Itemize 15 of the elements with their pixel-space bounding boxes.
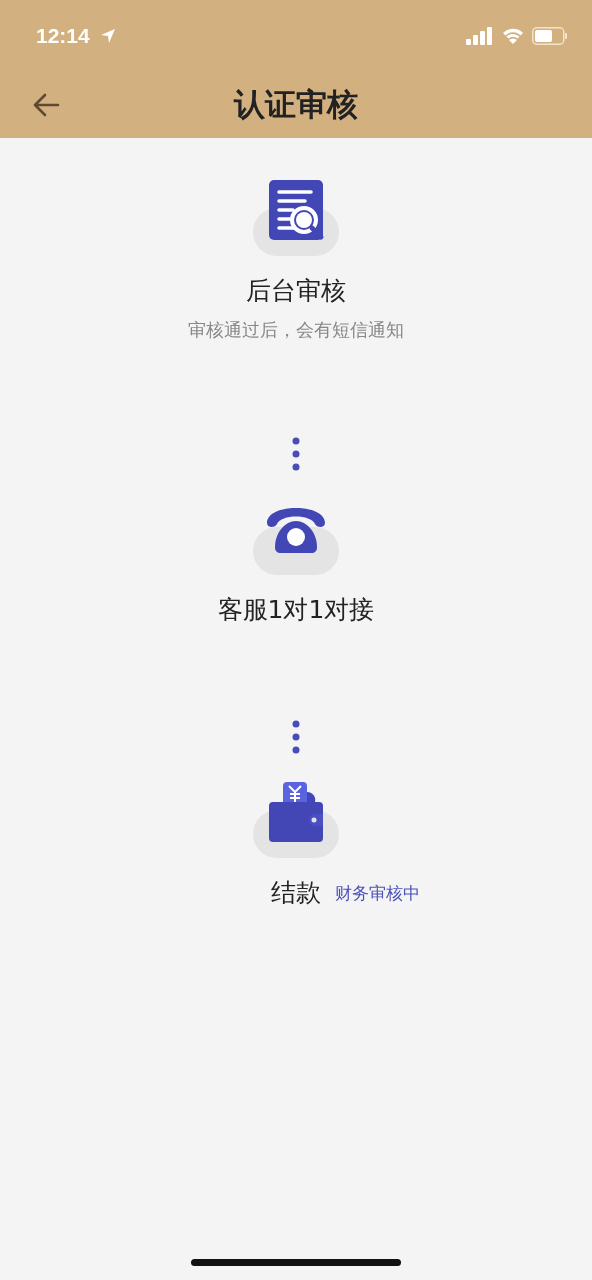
dotted-connector (292, 720, 300, 754)
step-title: 结款 (271, 878, 321, 908)
wifi-icon (502, 28, 524, 44)
location-arrow-icon (99, 28, 116, 44)
signal-icon (466, 27, 494, 45)
status-time: 12:14 (36, 24, 90, 48)
wallet-icon (253, 780, 339, 860)
step-description: 审核通过后，会有短信通知 (188, 318, 404, 342)
battery-icon (532, 27, 568, 45)
status-label: 财务审核中 (335, 881, 420, 905)
dotted-connector (292, 437, 300, 471)
document-search-icon (253, 178, 339, 258)
step-title: 客服1对1对接 (217, 595, 375, 625)
page-title: 认证审核 (234, 85, 358, 124)
step-title: 后台审核 (246, 276, 346, 306)
